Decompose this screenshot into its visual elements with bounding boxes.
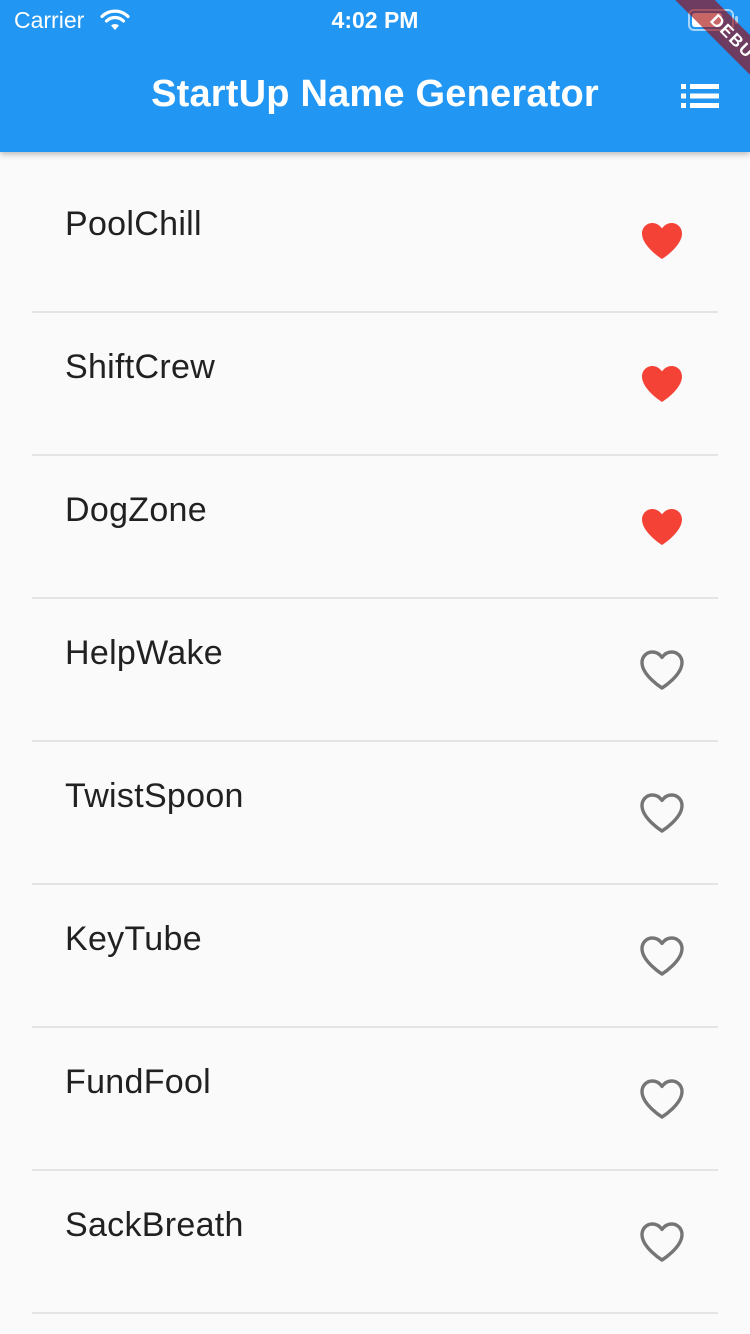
suggestion-name: KeyTube [65,920,202,958]
app-bar: Carrier 4:02 PM StartUp Name Generator [0,0,750,152]
app-screen: Carrier 4:02 PM StartUp Name Generator D… [0,0,750,1334]
suggestion-name: ShiftCrew [65,348,216,386]
list-item[interactable]: DogZone [0,455,750,599]
favorite-filled-icon[interactable] [640,221,684,261]
list-item[interactable]: TwistSpoon [0,741,750,885]
suggestion-name: HelpWake [65,634,223,672]
favorite-outline-icon[interactable] [640,936,684,976]
favorite-outline-icon[interactable] [640,793,684,833]
suggestion-name: SackBreath [65,1206,244,1244]
battery-icon [688,9,738,31]
favorite-outline-icon[interactable] [640,1079,684,1119]
list-item[interactable]: KeyTube [0,884,750,1028]
suggestion-name: TwistSpoon [65,777,244,815]
list-item[interactable]: HelpWake [0,598,750,742]
suggestion-name: PoolChill [65,205,202,243]
toolbar: StartUp Name Generator [0,40,750,152]
favorite-outline-icon[interactable] [640,1222,684,1262]
suggestion-list[interactable]: PoolChill ShiftCrew DogZone HelpWake TwistSp… [0,152,750,1334]
list-icon [681,84,719,108]
status-time: 4:02 PM [331,7,419,33]
list-item[interactable]: SackBreath [0,1170,750,1314]
status-bar: Carrier 4:02 PM [0,0,750,40]
list-item[interactable]: FundFool [0,1027,750,1171]
favorite-filled-icon[interactable] [640,507,684,547]
favorite-filled-icon[interactable] [640,364,684,404]
list-item[interactable]: PoolChill [0,169,750,313]
suggestion-name: DogZone [65,491,207,529]
divider [32,1312,718,1314]
saved-list-button[interactable] [672,70,728,122]
favorite-outline-icon[interactable] [640,650,684,690]
suggestion-name: FundFool [65,1063,212,1101]
page-title: StartUp Name Generator [151,73,599,115]
list-item[interactable]: ShiftCrew [0,312,750,456]
